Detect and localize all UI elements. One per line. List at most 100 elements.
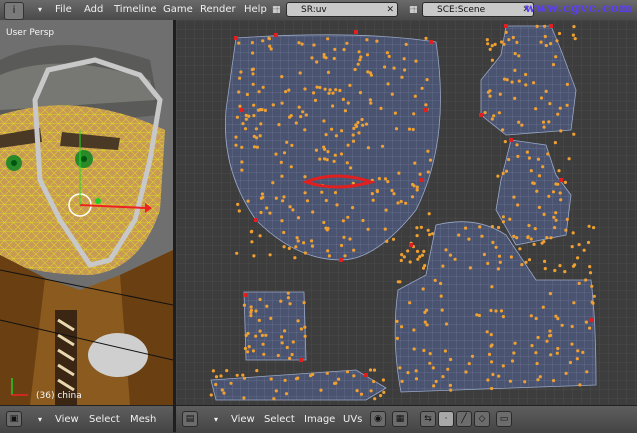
uv-vertex[interactable]: [543, 34, 547, 39]
uv-vertex[interactable]: [552, 215, 556, 219]
uv-vertex[interactable]: [283, 329, 287, 333]
uv-vertex[interactable]: [343, 109, 347, 113]
uv-vertex[interactable]: [371, 198, 375, 202]
uv-vertex[interactable]: [553, 141, 557, 145]
uv-vertex[interactable]: [244, 117, 248, 121]
editor-type-icon[interactable]: ▤: [182, 411, 198, 427]
uv-vertex[interactable]: [559, 129, 563, 133]
uv-vertex[interactable]: [311, 210, 315, 214]
uv-vertex[interactable]: [582, 248, 586, 252]
uv-vertex[interactable]: [513, 341, 517, 345]
uv-vertex[interactable]: [534, 351, 538, 355]
uv-vertex[interactable]: [239, 70, 243, 74]
uv-vertex[interactable]: [404, 201, 408, 205]
uv-vertex[interactable]: [449, 357, 453, 362]
menu-help[interactable]: Help: [244, 0, 267, 20]
uv-vertex[interactable]: [222, 391, 226, 395]
uv-vertex[interactable]: [584, 278, 588, 282]
uv-vertex[interactable]: [326, 226, 330, 231]
uv-vertex[interactable]: [289, 114, 293, 118]
uv-vertex[interactable]: [398, 280, 402, 284]
sync-selection-button[interactable]: ⇆: [420, 411, 436, 427]
uv-vertex[interactable]: [576, 256, 580, 260]
uv-vertex[interactable]: [503, 140, 507, 144]
uv-vertex[interactable]: [251, 349, 256, 353]
uv-vertex[interactable]: [422, 348, 426, 353]
uv-vertex[interactable]: [262, 352, 266, 356]
uv-vertex[interactable]: [357, 131, 361, 135]
uv-vertex[interactable]: [490, 58, 494, 62]
uv-vertex[interactable]: [490, 225, 494, 229]
uv-vertex[interactable]: [324, 133, 328, 137]
uv-vertex[interactable]: [497, 111, 501, 115]
uv-vertex[interactable]: [570, 342, 574, 346]
pinned-uv-vertex[interactable]: [409, 243, 413, 247]
uv-vertex[interactable]: [556, 346, 560, 351]
uv-vertex[interactable]: [291, 208, 295, 212]
uv-vertex[interactable]: [348, 83, 352, 87]
uv-vertex[interactable]: [395, 336, 399, 340]
uv-vertex[interactable]: [326, 249, 330, 253]
uv-vertex[interactable]: [247, 345, 251, 349]
uv-vertex[interactable]: [588, 271, 593, 275]
uv-vertex[interactable]: [271, 181, 275, 185]
uv-vertex[interactable]: [547, 120, 551, 124]
uv-vertex[interactable]: [552, 379, 556, 383]
uv-vertex[interactable]: [368, 368, 373, 372]
uv-vertex[interactable]: [335, 203, 339, 207]
uv-vertex[interactable]: [531, 181, 535, 185]
uv-vertex[interactable]: [243, 127, 248, 131]
uv-vertex[interactable]: [441, 375, 445, 379]
uv-vertex[interactable]: [513, 96, 517, 100]
uv-vertex[interactable]: [498, 260, 502, 264]
uv-vertex[interactable]: [225, 369, 229, 373]
uv-vertex[interactable]: [543, 24, 547, 28]
uv-vertex[interactable]: [425, 78, 429, 82]
uv-vertex[interactable]: [504, 30, 508, 34]
uv-vertex[interactable]: [254, 334, 258, 338]
uv-vertex[interactable]: [379, 106, 383, 110]
uv-vertex[interactable]: [268, 211, 272, 215]
uv-vertex[interactable]: [285, 345, 289, 350]
uv-vertex[interactable]: [439, 281, 443, 286]
uv-vertex[interactable]: [555, 351, 559, 355]
uv-vertex[interactable]: [333, 47, 337, 51]
uv-vertex[interactable]: [416, 257, 420, 261]
uv-vertex[interactable]: [587, 224, 591, 228]
uv-vertex[interactable]: [214, 382, 218, 387]
uv-vertex[interactable]: [512, 195, 516, 199]
uv-vertex[interactable]: [524, 83, 528, 87]
uv-vertex[interactable]: [529, 169, 533, 173]
uv-vertex[interactable]: [483, 111, 487, 115]
uv-vertex[interactable]: [312, 91, 316, 95]
uv-vertex[interactable]: [245, 92, 249, 97]
uv-vertex[interactable]: [585, 370, 589, 374]
uv-vertex[interactable]: [590, 284, 594, 288]
uv-vertex[interactable]: [261, 85, 265, 89]
uv-vertex[interactable]: [513, 52, 517, 56]
uv-vertex[interactable]: [259, 122, 263, 126]
uv-vertex[interactable]: [512, 351, 516, 355]
pinned-uv-vertex[interactable]: [504, 24, 508, 28]
uv-vertex[interactable]: [264, 333, 268, 337]
uv-vertex[interactable]: [297, 105, 301, 109]
sticky-select-button[interactable]: ▭: [496, 411, 512, 427]
uv-vertex[interactable]: [515, 143, 519, 147]
uv-vertex[interactable]: [413, 161, 417, 165]
uv-vertex[interactable]: [415, 188, 419, 192]
uv-vertex[interactable]: [408, 301, 412, 305]
uv-vertex[interactable]: [512, 234, 516, 238]
uv-vertex[interactable]: [549, 42, 553, 46]
scene-browse-icon[interactable]: ▦: [409, 0, 418, 20]
uv-vertex[interactable]: [557, 31, 562, 36]
uv-vertex[interactable]: [296, 216, 301, 220]
uv-vertex[interactable]: [303, 251, 307, 255]
uv-vertex[interactable]: [351, 133, 355, 137]
pinned-uv-vertex[interactable]: [254, 218, 258, 222]
uv-vertex[interactable]: [251, 72, 255, 76]
uv-vertex[interactable]: [441, 264, 445, 268]
menu-add[interactable]: Add: [84, 0, 103, 20]
uv-vertex[interactable]: [404, 42, 408, 46]
uv-vertex[interactable]: [261, 342, 265, 346]
uv-vertex[interactable]: [544, 89, 548, 93]
